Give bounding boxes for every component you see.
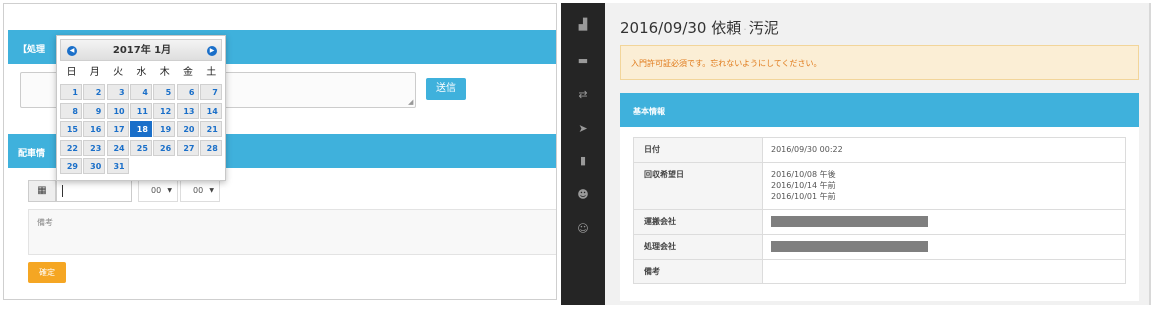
table-row: 処理会社 (633, 234, 1126, 260)
datepicker-day[interactable]: 1 (60, 84, 82, 100)
chevron-right-icon[interactable]: ▶ (207, 46, 217, 56)
datepicker-day[interactable]: 17 (106, 121, 129, 138)
basic-info-header: 基本情報 (620, 93, 1139, 127)
table-row: 回収希望日 2016/10/08 午後 2016/10/14 午前 2016/10/0… (633, 162, 1126, 210)
title-separator: · (743, 23, 747, 36)
table-row: 運搬会社 (633, 209, 1126, 235)
page-title: 2016/09/30 依頼 · 汚泥 (620, 17, 779, 38)
calendar-icon[interactable]: ▦ (28, 180, 56, 202)
weekday-label: 金 (183, 67, 193, 78)
datepicker-day[interactable]: 8 (60, 102, 82, 119)
row-label: 運搬会社 (633, 209, 763, 235)
row-label: 日付 (633, 137, 763, 163)
weekday-label: 火 (113, 67, 124, 78)
table-row: 日付 2016/09/30 00:22 (633, 137, 1126, 163)
users-icon[interactable]: ☻ (573, 187, 593, 203)
row-value: 2016/10/08 午後 2016/10/14 午前 2016/10/01 午前 (762, 162, 1126, 210)
text-caret (62, 185, 63, 197)
basic-info-panel: 基本情報 日付 2016/09/30 00:22 回収希望日 2016/10/08 午… (620, 93, 1139, 301)
chevron-down-icon: ▼ (167, 187, 172, 194)
chevron-left-icon[interactable]: ◀ (67, 46, 77, 56)
weekday-label: 水 (136, 67, 147, 78)
basic-info-table: 日付 2016/09/30 00:22 回収希望日 2016/10/08 午後 2016… (633, 137, 1126, 284)
datepicker-day[interactable]: 4 (129, 84, 152, 100)
datepicker-day[interactable]: 9 (83, 102, 106, 119)
date-input[interactable] (56, 180, 132, 202)
row-label: 備考 (633, 259, 763, 284)
datepicker-day[interactable]: 10 (106, 102, 129, 119)
minute-select[interactable]: 00 ▼ (180, 180, 220, 202)
warning-alert: 入門許可証必須です。忘れないようにしてください。 (620, 45, 1139, 80)
datepicker-popup: 2017年 1月 ◀ ▶ 日月火水木金土 1 2 3 4 5 6 7 8 9 10 11 12 13 14… (56, 35, 226, 181)
truck-icon[interactable]: ▬ (573, 53, 593, 69)
datepicker-day[interactable]: 26 (153, 139, 176, 156)
datepicker-day-selected[interactable]: 18 (129, 121, 152, 138)
row-value (762, 234, 1126, 260)
send-button[interactable]: 送信 (426, 78, 466, 100)
scrollbar-edge (1149, 3, 1151, 305)
row-value: 2016/09/30 00:22 (762, 137, 1126, 163)
datepicker-day[interactable]: 7 (199, 84, 222, 100)
datepicker-day[interactable]: 28 (199, 139, 222, 156)
row-value (762, 259, 1126, 284)
datepicker-day[interactable]: 20 (176, 121, 199, 138)
building-icon[interactable]: ▮ (573, 153, 593, 169)
page-title-sub: 汚泥 (748, 19, 779, 37)
confirm-button[interactable]: 確定 (28, 262, 66, 283)
datepicker-day[interactable]: 25 (129, 139, 152, 156)
datepicker-day[interactable]: 2 (83, 84, 106, 100)
chevron-down-icon: ▼ (209, 187, 214, 194)
datepicker-day[interactable]: 12 (153, 102, 176, 119)
send-icon[interactable]: ➤ (573, 121, 593, 137)
row-label: 処理会社 (633, 234, 763, 260)
value-line: 2016/10/14 午前 (771, 181, 836, 190)
add-user-icon[interactable]: ☺ (573, 221, 593, 237)
weekday-label: 木 (159, 67, 170, 78)
hour-value: 00 (151, 186, 162, 195)
weekday-label: 日 (66, 67, 77, 78)
datepicker-day[interactable]: 5 (153, 84, 176, 100)
sidebar: ▟ ▬ ⇄ ➤ ▮ ☻ ☺ (561, 3, 605, 305)
datepicker-day[interactable]: 13 (176, 102, 199, 119)
datepicker-day[interactable]: 23 (83, 139, 106, 156)
page-title-main: 2016/09/30 依頼 (620, 19, 742, 37)
hour-select[interactable]: 00 ▼ (138, 180, 178, 202)
weekday-label: 土 (206, 67, 217, 78)
datepicker-day[interactable]: 30 (83, 158, 106, 175)
resize-handle-icon[interactable]: ◢ (408, 99, 414, 106)
datepicker-day[interactable]: 31 (106, 158, 129, 175)
datepicker-day[interactable]: 21 (199, 121, 222, 138)
transfer-icon[interactable]: ⇄ (573, 87, 593, 103)
redacted-block (771, 241, 928, 252)
minute-value: 00 (193, 186, 204, 195)
datepicker-day[interactable]: 22 (60, 139, 82, 156)
datepicker-day[interactable]: 15 (60, 121, 82, 138)
right-screenshot: ▟ ▬ ⇄ ➤ ▮ ☻ ☺ 2016/09/30 依頼 · 汚泥 入門許可証必須です… (561, 3, 1151, 305)
value-line: 2016/09/30 00:22 (771, 145, 843, 154)
weekday-label: 月 (89, 67, 100, 78)
remarks-textarea[interactable]: 備考 (28, 209, 556, 255)
datepicker-day[interactable]: 27 (176, 139, 199, 156)
left-screenshot: 【処理 ◢ 送信 配車情 ▦ 00 ▼ 00 ▼ 備考 確定 2017年 1月 … (3, 3, 557, 300)
factory-icon[interactable]: ▟ (573, 17, 593, 33)
datepicker-day[interactable]: 11 (129, 102, 152, 119)
datepicker-day[interactable]: 16 (83, 121, 106, 138)
datepicker-day[interactable]: 24 (106, 139, 129, 156)
datepicker-month-title: 2017年 1月 (112, 45, 172, 56)
datepicker-day[interactable]: 19 (153, 121, 176, 138)
value-line: 2016/10/01 午前 (771, 192, 836, 201)
table-row: 備考 (633, 259, 1126, 284)
datepicker-header: 2017年 1月 ◀ ▶ (60, 39, 222, 61)
datepicker-day[interactable]: 6 (176, 84, 199, 100)
datepicker-day[interactable]: 29 (60, 158, 82, 175)
value-line: 2016/10/08 午後 (771, 170, 836, 179)
datepicker-day[interactable]: 3 (106, 84, 129, 100)
redacted-block (771, 216, 928, 227)
row-value (762, 209, 1126, 235)
row-label: 回収希望日 (633, 162, 763, 210)
datepicker-day[interactable]: 14 (199, 102, 222, 119)
